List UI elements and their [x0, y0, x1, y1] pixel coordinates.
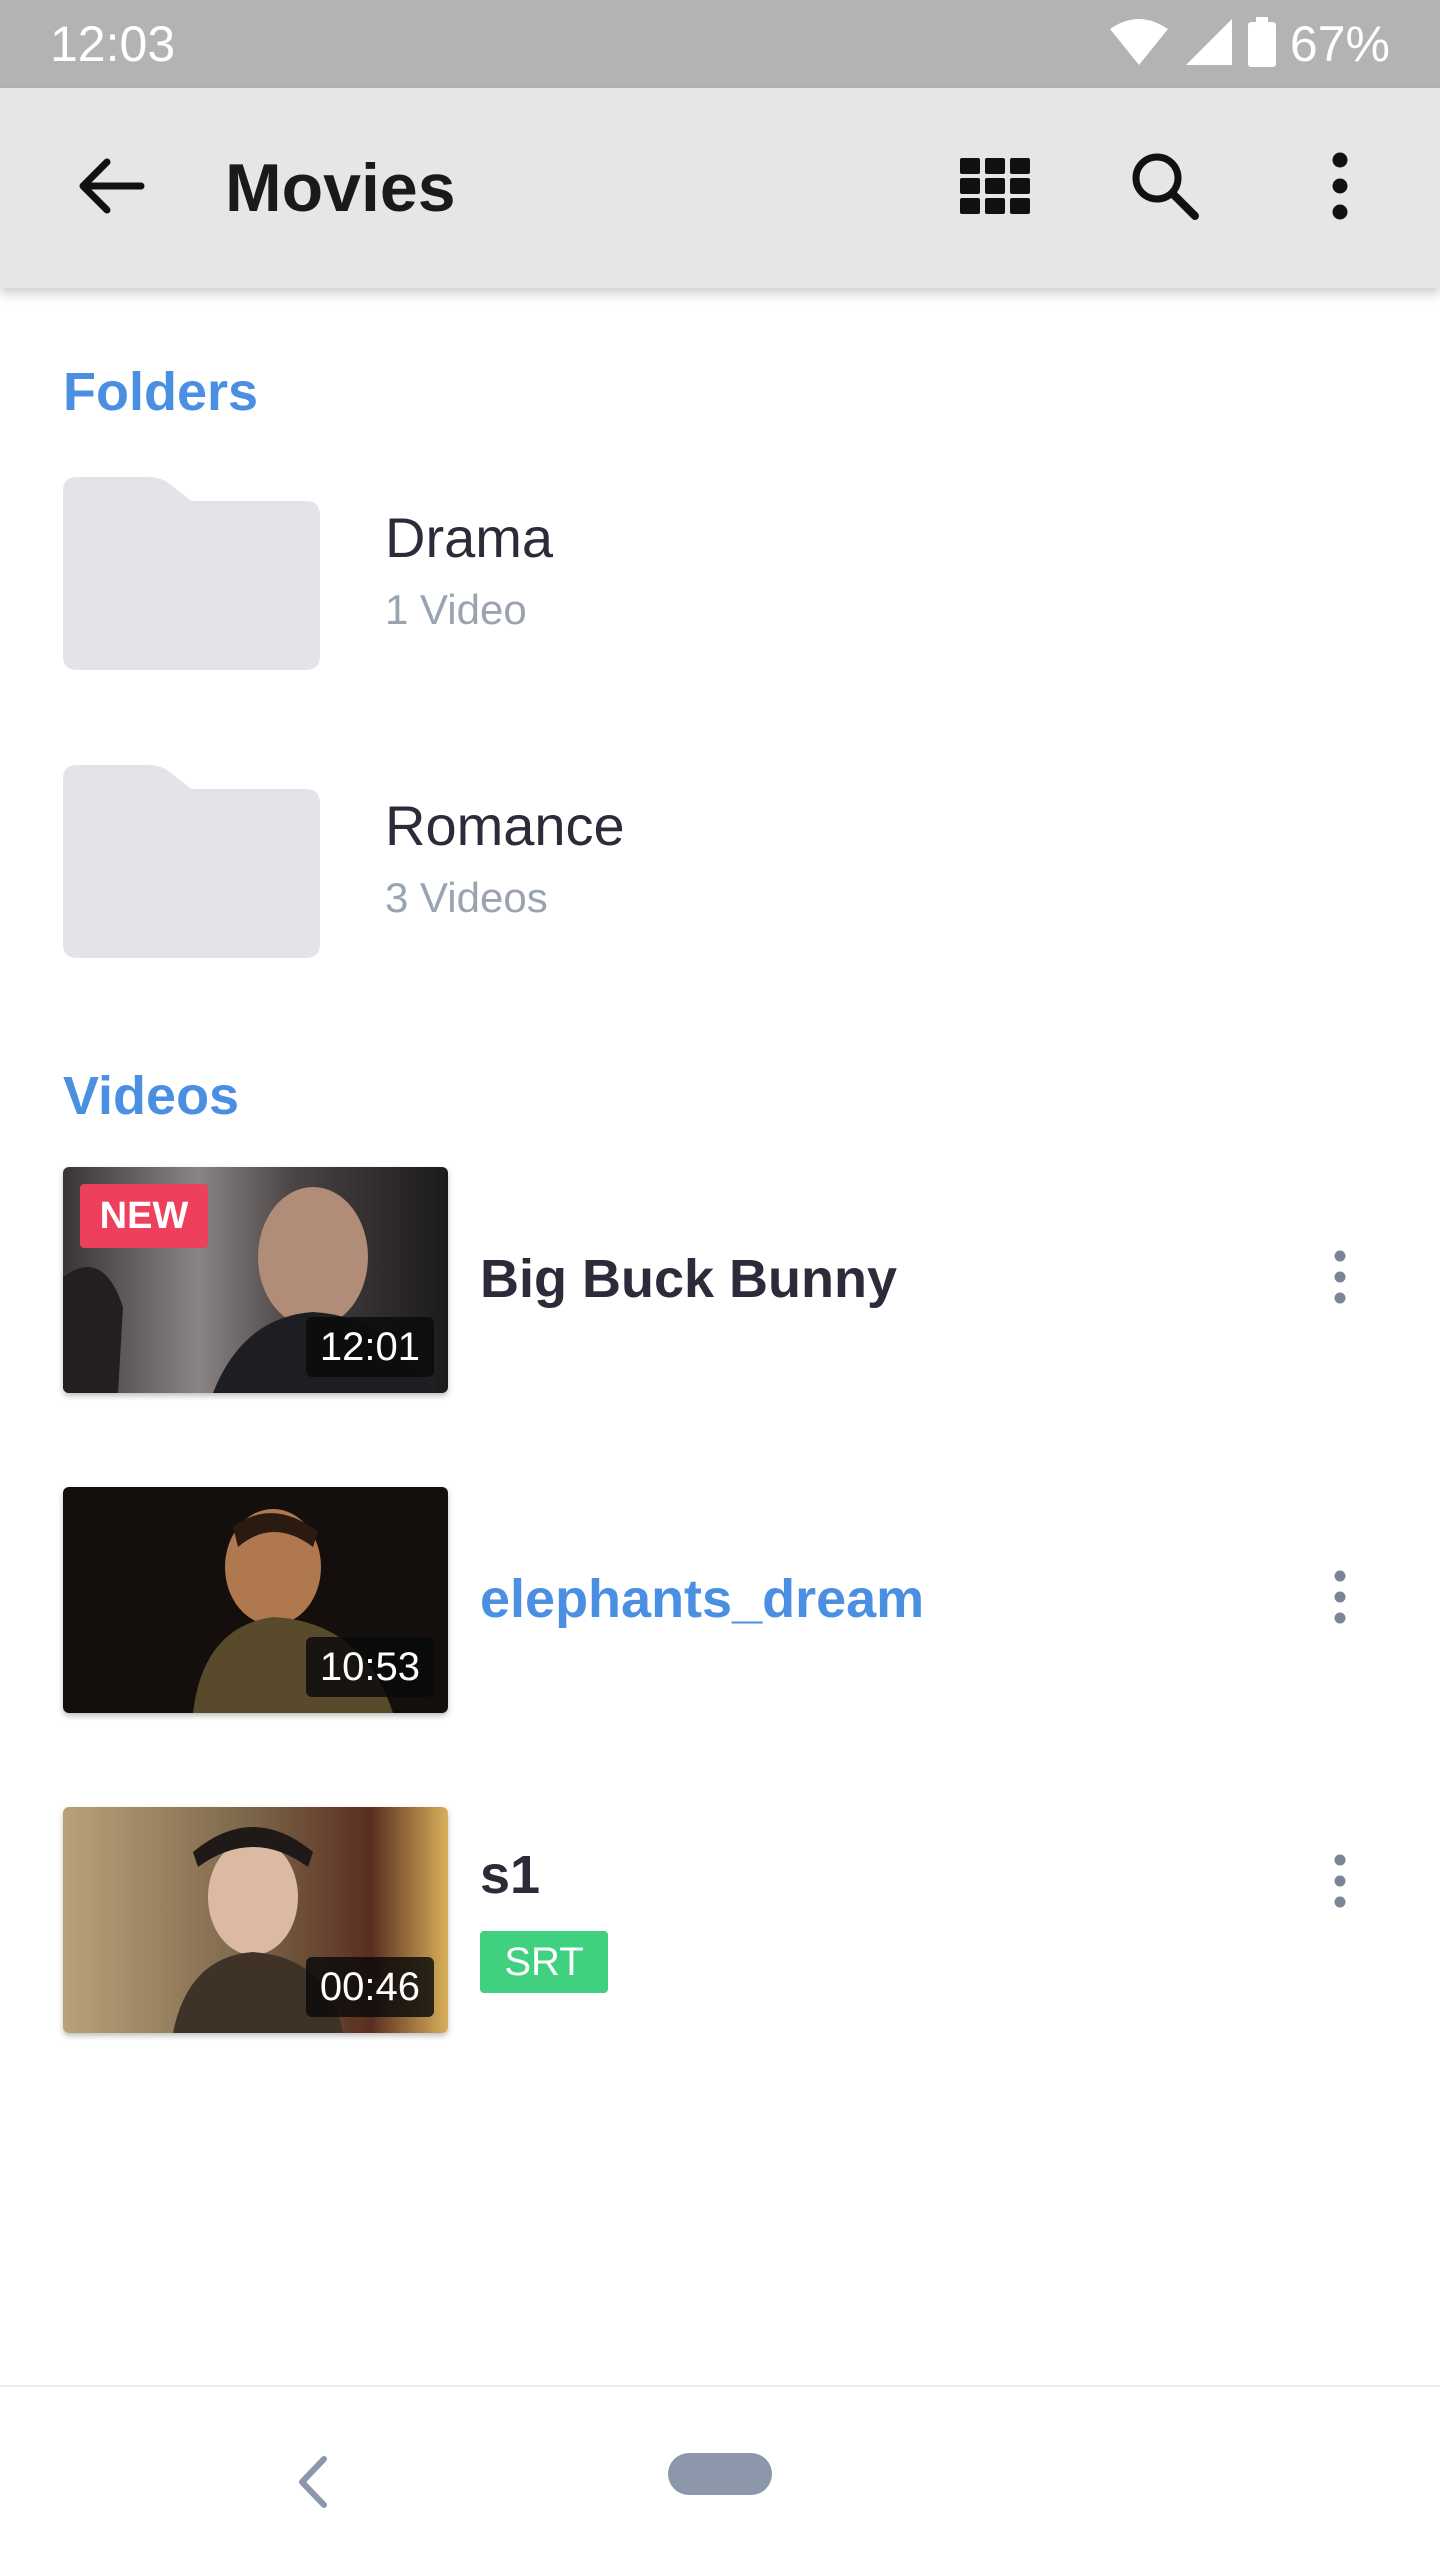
- folders-header: Folders: [63, 362, 259, 422]
- video-duration: 10:53: [305, 1637, 434, 1697]
- videos-header: Videos: [63, 1066, 240, 1126]
- grid-view-button[interactable]: [945, 138, 1045, 238]
- more-vert-icon: [1330, 152, 1350, 225]
- video-more-button[interactable]: [1310, 1833, 1370, 1933]
- more-vert-icon: [1333, 1854, 1347, 1913]
- video-title: s1: [480, 1845, 541, 1905]
- grid-view-icon: [960, 157, 1030, 219]
- back-button[interactable]: [60, 138, 160, 238]
- folder-video-count: 3 Videos: [385, 874, 548, 921]
- more-options-button[interactable]: [1290, 138, 1390, 238]
- video-duration: 00:46: [305, 1957, 434, 2017]
- status-time: 12:03: [50, 16, 176, 72]
- srt-badge: SRT: [480, 1931, 608, 1993]
- video-item-s1[interactable]: 00:46 s1 SRT: [0, 1807, 1440, 2033]
- nav-back-button[interactable]: [282, 2447, 342, 2517]
- video-thumbnail: 00:46: [63, 1807, 448, 2033]
- status-bar: 12:03 67%: [0, 0, 1440, 88]
- video-title: elephants_dream: [480, 1569, 925, 1629]
- folder-name: Romance: [385, 794, 625, 857]
- video-thumbnail: NEW 12:01: [63, 1167, 448, 1393]
- video-item-elephants-dream[interactable]: 10:53 elephants_dream: [0, 1487, 1440, 1713]
- nav-home-pill[interactable]: [668, 2453, 772, 2495]
- video-thumbnail: 10:53: [63, 1487, 448, 1713]
- battery-percent: 67%: [1289, 16, 1390, 72]
- page-title: Movies: [225, 150, 456, 226]
- chevron-left-icon: [282, 2456, 342, 2521]
- status-icons: 67%: [1108, 14, 1390, 74]
- folder-icon: [63, 765, 320, 958]
- back-arrow-icon: [75, 156, 145, 221]
- folder-name: Drama: [385, 506, 554, 569]
- battery-icon: [1247, 16, 1276, 72]
- video-item-big-buck-bunny[interactable]: NEW 12:01 Big Buck Bunny: [0, 1167, 1440, 1393]
- video-more-button[interactable]: [1310, 1229, 1370, 1329]
- app-bar: Movies: [0, 88, 1440, 288]
- more-vert-icon: [1333, 1570, 1347, 1629]
- folder-item-drama[interactable]: Drama 1 Video: [0, 477, 1440, 677]
- new-badge: NEW: [80, 1184, 208, 1248]
- system-nav-bar: [0, 2385, 1440, 2566]
- search-icon: [1129, 150, 1201, 227]
- wifi-icon: [1108, 17, 1170, 72]
- video-duration: 12:01: [305, 1317, 434, 1377]
- folder-icon: [63, 477, 320, 670]
- video-more-button[interactable]: [1310, 1549, 1370, 1649]
- signal-icon: [1184, 17, 1234, 72]
- more-vert-icon: [1333, 1250, 1347, 1309]
- folder-item-romance[interactable]: Romance 3 Videos: [0, 765, 1440, 965]
- search-button[interactable]: [1115, 138, 1215, 238]
- folder-video-count: 1 Video: [385, 586, 527, 633]
- video-title: Big Buck Bunny: [480, 1249, 898, 1309]
